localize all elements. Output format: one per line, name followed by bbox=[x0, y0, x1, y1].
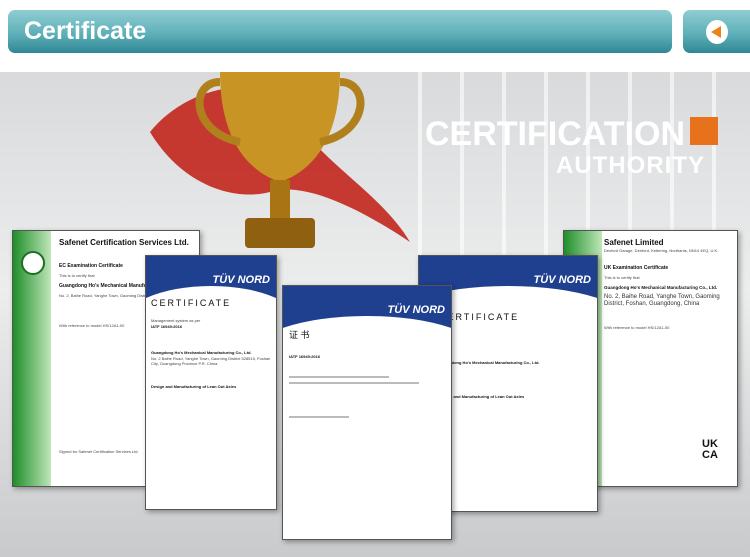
address: No. 2, Baihe Road, Yanghe Town, Gaoming … bbox=[604, 294, 720, 307]
tuv-logo: TÜV NORD bbox=[212, 274, 270, 286]
company: Guangdong Ho's Mechanical Manufacturing … bbox=[439, 360, 540, 365]
standard: IATF 16949:2016 bbox=[289, 354, 321, 359]
cert-title: 证 书 bbox=[289, 330, 310, 340]
intro: This is to certify that bbox=[59, 273, 95, 278]
certificate-tuv-chinese: TÜV NORD 证 书 IATF 16949:2016 bbox=[282, 285, 452, 540]
section-title: Certificate bbox=[24, 17, 147, 45]
back-button[interactable] bbox=[683, 10, 750, 53]
ukca-mark: UK CA bbox=[702, 438, 718, 461]
issuer-address: Dexford Garage, Denford, Kettering, Nort… bbox=[604, 248, 719, 253]
scope: Design and Manufacturing of Lean Out Axl… bbox=[151, 384, 237, 389]
standard-label: Management system as per bbox=[151, 318, 201, 323]
company: Guangdong Ho's Mechanical Manufacturing … bbox=[604, 285, 718, 290]
certificate-tuv-iatf: TÜV NORD CERTIFICATE Management system a… bbox=[145, 255, 277, 510]
hero-headline: CERTIFICATION bbox=[425, 115, 686, 153]
arrow-left-circle-icon bbox=[706, 20, 728, 44]
model: With reference to model HS/12A1-00 bbox=[59, 323, 125, 328]
standard: IATF 16949:2016 bbox=[151, 324, 183, 329]
company: Guangdong Ho's Mechanical Manufacturing … bbox=[151, 350, 252, 355]
signed: Signed for Safenet Certification Service… bbox=[59, 449, 139, 454]
accent-square bbox=[690, 117, 718, 145]
issuer: Safenet Certification Services Ltd. bbox=[59, 238, 189, 247]
cert-type: EC Examination Certificate bbox=[59, 263, 123, 269]
hero-subheadline: AUTHORITY bbox=[556, 152, 705, 179]
safenet-logo-icon bbox=[21, 251, 45, 275]
cert-type: UK Examination Certificate bbox=[604, 265, 669, 271]
issuer: Safenet Limited bbox=[604, 238, 664, 247]
cert-title: CERTIFICATE bbox=[151, 298, 232, 308]
tuv-logo: TÜV NORD bbox=[533, 274, 591, 286]
model: With reference to model HS/12A1-00 bbox=[604, 325, 670, 330]
tuv-logo: TÜV NORD bbox=[387, 304, 445, 316]
intro: This is to certify that bbox=[604, 275, 640, 280]
section-header: Certificate bbox=[8, 10, 672, 53]
address: No. 2 Baihe Road, Yanghe Town, Gaoming D… bbox=[151, 356, 271, 366]
